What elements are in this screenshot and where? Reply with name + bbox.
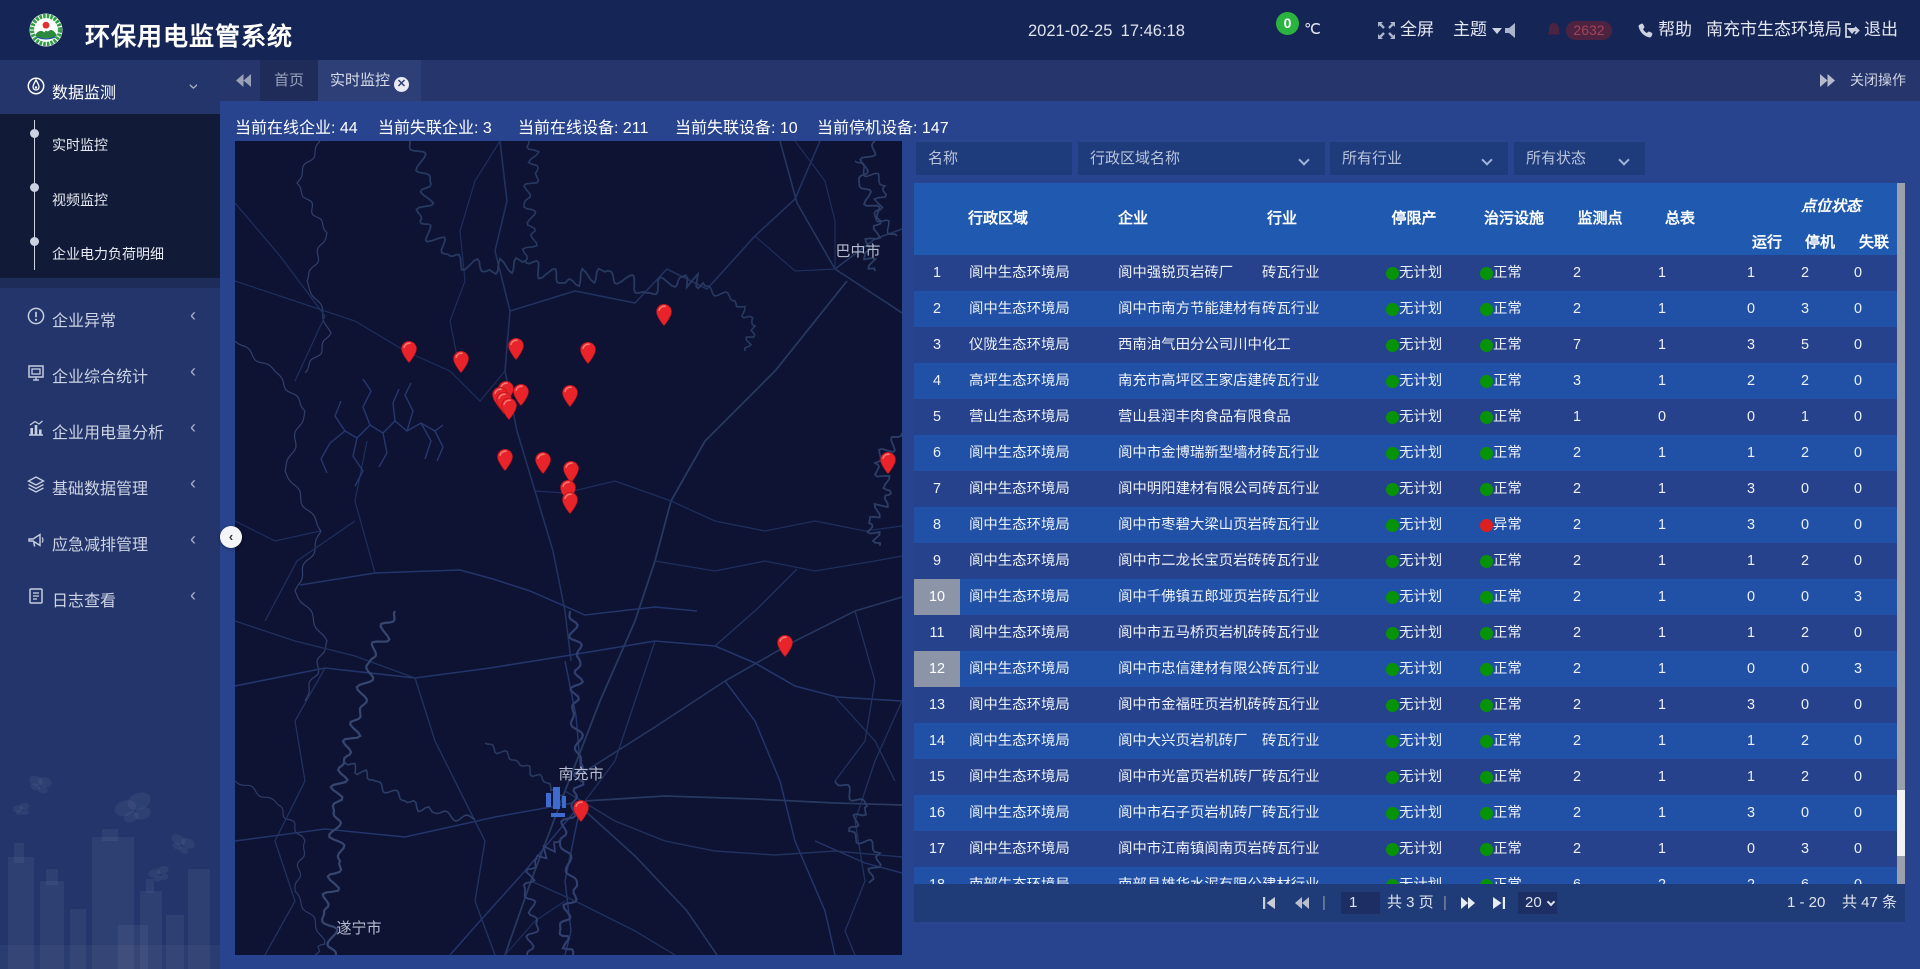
- svg-text:南充市: 南充市: [558, 766, 603, 783]
- svg-text:巴中市: 巴中市: [835, 243, 880, 260]
- svg-text:遂宁市: 遂宁市: [336, 920, 381, 937]
